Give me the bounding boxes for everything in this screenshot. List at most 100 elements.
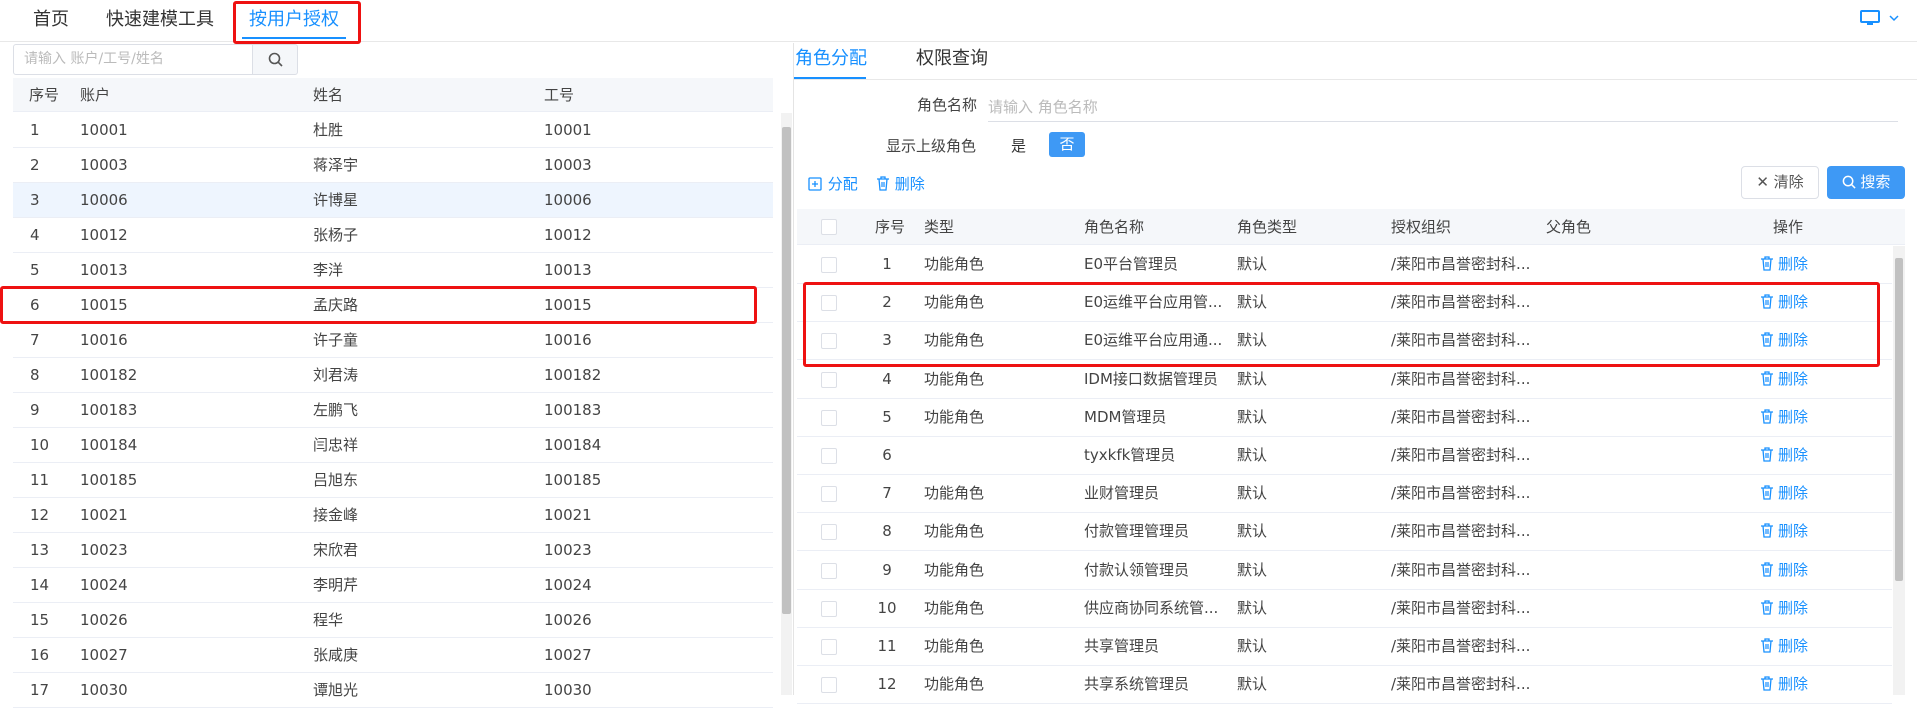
assign-button[interactable]: 分配 bbox=[808, 173, 858, 194]
cell-account: 10027 bbox=[80, 646, 128, 664]
cell-auth-org: /莱阳市昌誉密封科... bbox=[1391, 293, 1531, 312]
tab-permission-query[interactable]: 权限查询 bbox=[916, 44, 988, 80]
cell-index: 7 bbox=[30, 331, 40, 349]
chevron-down-icon[interactable] bbox=[1889, 13, 1899, 23]
user-search-input[interactable]: 请输入 账户/工号/姓名 bbox=[13, 44, 253, 75]
cell-index: 4 bbox=[882, 369, 892, 388]
trash-icon bbox=[1760, 284, 1774, 321]
select-all-checkbox[interactable] bbox=[821, 219, 837, 235]
cell-name: 吕旭东 bbox=[313, 471, 359, 489]
cell-role-name: MDM管理员 bbox=[1084, 407, 1167, 426]
user-table-row[interactable]: 2 10003 蒋泽宇 10003 bbox=[13, 148, 773, 183]
trash-icon bbox=[1760, 246, 1774, 283]
row-checkbox[interactable] bbox=[821, 409, 837, 426]
cell-employee-id: 10030 bbox=[544, 681, 592, 699]
row-delete-button[interactable]: 删除 bbox=[1760, 475, 1808, 512]
assign-label: 分配 bbox=[827, 175, 858, 193]
cell-type: 功能角色 bbox=[924, 369, 985, 388]
cell-employee-id: 10006 bbox=[544, 191, 592, 209]
user-table-row[interactable]: 3 10006 许博星 10006 bbox=[13, 183, 773, 218]
cell-account: 10030 bbox=[80, 681, 128, 699]
row-delete-button[interactable]: 删除 bbox=[1760, 666, 1808, 703]
cell-name: 孟庆路 bbox=[313, 296, 359, 314]
user-table-row[interactable]: 11 100185 吕旭东 100185 bbox=[13, 463, 773, 498]
role-table-row: 3 功能角色 E0运维平台应用通... 默认/莱阳市昌誉密封科... 删除 bbox=[797, 322, 1892, 361]
cell-role-type: 默认 bbox=[1237, 446, 1268, 464]
role-table-header: 序号 类型 角色名称 角色类型 授权组织 父角色 操作 bbox=[797, 209, 1905, 245]
role-table-scrollbar[interactable] bbox=[1893, 246, 1905, 695]
user-table-row[interactable]: 4 10012 张杨子 10012 bbox=[13, 218, 773, 253]
user-table-row[interactable]: 10 100184 闫忠祥 100184 bbox=[13, 428, 773, 463]
cell-employee-id: 10003 bbox=[544, 156, 592, 174]
cell-auth-org: /莱阳市昌誉密封科... bbox=[1391, 675, 1531, 694]
row-checkbox[interactable] bbox=[821, 486, 837, 503]
col-role-type: 角色类型 bbox=[1237, 218, 1298, 236]
monitor-icon[interactable] bbox=[1860, 10, 1880, 26]
active-subtab-indicator bbox=[794, 77, 866, 79]
trash-icon bbox=[1760, 513, 1774, 550]
row-checkbox[interactable] bbox=[821, 295, 837, 312]
cell-role-type: 默认 bbox=[1237, 560, 1268, 579]
search-button[interactable]: 搜索 bbox=[1827, 166, 1905, 199]
cell-role-type: 默认 bbox=[1237, 637, 1268, 655]
user-table-row[interactable]: 7 10016 许子童 10016 bbox=[13, 323, 773, 358]
row-checkbox[interactable] bbox=[821, 677, 837, 694]
user-table-row[interactable]: 14 10024 李明芹 10024 bbox=[13, 568, 773, 603]
tab-role-assignment[interactable]: 角色分配 bbox=[795, 44, 867, 80]
row-checkbox[interactable] bbox=[821, 257, 837, 273]
user-table-row[interactable]: 9 100183 左鹏飞 100183 bbox=[13, 393, 773, 428]
user-table-row[interactable]: 1 10001 杜胜 10001 bbox=[13, 113, 773, 148]
option-yes[interactable]: 是 bbox=[1011, 135, 1026, 156]
role-name-input[interactable]: 请输入 角色名称 bbox=[988, 92, 1898, 122]
bulk-delete-button[interactable]: 删除 bbox=[876, 173, 925, 194]
row-delete-label: 删除 bbox=[1778, 407, 1809, 426]
col-action: 操作 bbox=[1773, 218, 1804, 236]
tab-home[interactable]: 首页 bbox=[33, 0, 69, 42]
row-checkbox[interactable] bbox=[821, 371, 837, 388]
user-table-row[interactable]: 13 10023 宋欣君 10023 bbox=[13, 533, 773, 568]
option-no[interactable]: 否 bbox=[1049, 132, 1085, 157]
user-table-scrollbar[interactable] bbox=[781, 113, 792, 695]
active-tab-indicator bbox=[242, 37, 346, 39]
cell-employee-id: 10027 bbox=[544, 646, 592, 664]
row-delete-button[interactable]: 删除 bbox=[1760, 513, 1808, 550]
user-table-row[interactable]: 8 100182 刘君涛 100182 bbox=[13, 358, 773, 393]
col-parent-role: 父角色 bbox=[1546, 218, 1592, 236]
row-checkbox[interactable] bbox=[821, 333, 837, 350]
row-checkbox[interactable] bbox=[821, 639, 837, 655]
user-table-row[interactable]: 5 10013 李洋 10013 bbox=[13, 253, 773, 288]
cell-role-type: 默认 bbox=[1237, 522, 1268, 541]
row-checkbox[interactable] bbox=[821, 562, 837, 579]
user-table-row[interactable]: 6 10015 孟庆路 10015 bbox=[13, 288, 773, 323]
row-delete-button[interactable]: 删除 bbox=[1760, 284, 1808, 321]
cell-account: 100183 bbox=[80, 401, 138, 419]
scrollbar-thumb[interactable] bbox=[782, 127, 791, 614]
cell-index: 11 bbox=[877, 637, 897, 655]
row-delete-button[interactable]: 删除 bbox=[1760, 437, 1808, 474]
cell-role-name: 付款认领管理员 bbox=[1084, 560, 1190, 579]
cell-role-name: 供应商协同系统管... bbox=[1084, 598, 1219, 617]
row-delete-label: 删除 bbox=[1778, 598, 1809, 617]
user-table-row[interactable]: 16 10027 张咸庚 10027 bbox=[13, 638, 773, 673]
row-checkbox[interactable] bbox=[821, 600, 837, 617]
user-table-row[interactable]: 17 10030 谭旭光 10030 bbox=[13, 673, 773, 708]
user-table-row[interactable]: 12 10021 接金峰 10021 bbox=[13, 498, 773, 533]
row-delete-button[interactable]: 删除 bbox=[1760, 246, 1808, 283]
row-delete-button[interactable]: 删除 bbox=[1760, 399, 1808, 436]
row-delete-button[interactable]: 删除 bbox=[1760, 590, 1808, 627]
clear-button[interactable]: ✕ 清除 bbox=[1741, 166, 1819, 199]
user-search-button[interactable] bbox=[252, 44, 298, 75]
user-table-row[interactable]: 15 10026 程华 10026 bbox=[13, 603, 773, 638]
row-delete-button[interactable]: 删除 bbox=[1760, 552, 1808, 589]
col-employee-id: 工号 bbox=[544, 86, 575, 104]
row-delete-button[interactable]: 删除 bbox=[1760, 628, 1808, 665]
scrollbar-thumb[interactable] bbox=[1895, 258, 1903, 581]
tab-authorize-by-user[interactable]: 按用户授权 bbox=[249, 0, 339, 42]
cell-index: 1 bbox=[30, 121, 40, 139]
row-checkbox[interactable] bbox=[821, 448, 837, 464]
row-delete-button[interactable]: 删除 bbox=[1760, 361, 1808, 398]
row-checkbox[interactable] bbox=[821, 524, 837, 541]
row-delete-button[interactable]: 删除 bbox=[1760, 322, 1808, 359]
trash-icon bbox=[1760, 437, 1774, 474]
tab-quick-modeling-tool[interactable]: 快速建模工具 bbox=[106, 0, 214, 42]
